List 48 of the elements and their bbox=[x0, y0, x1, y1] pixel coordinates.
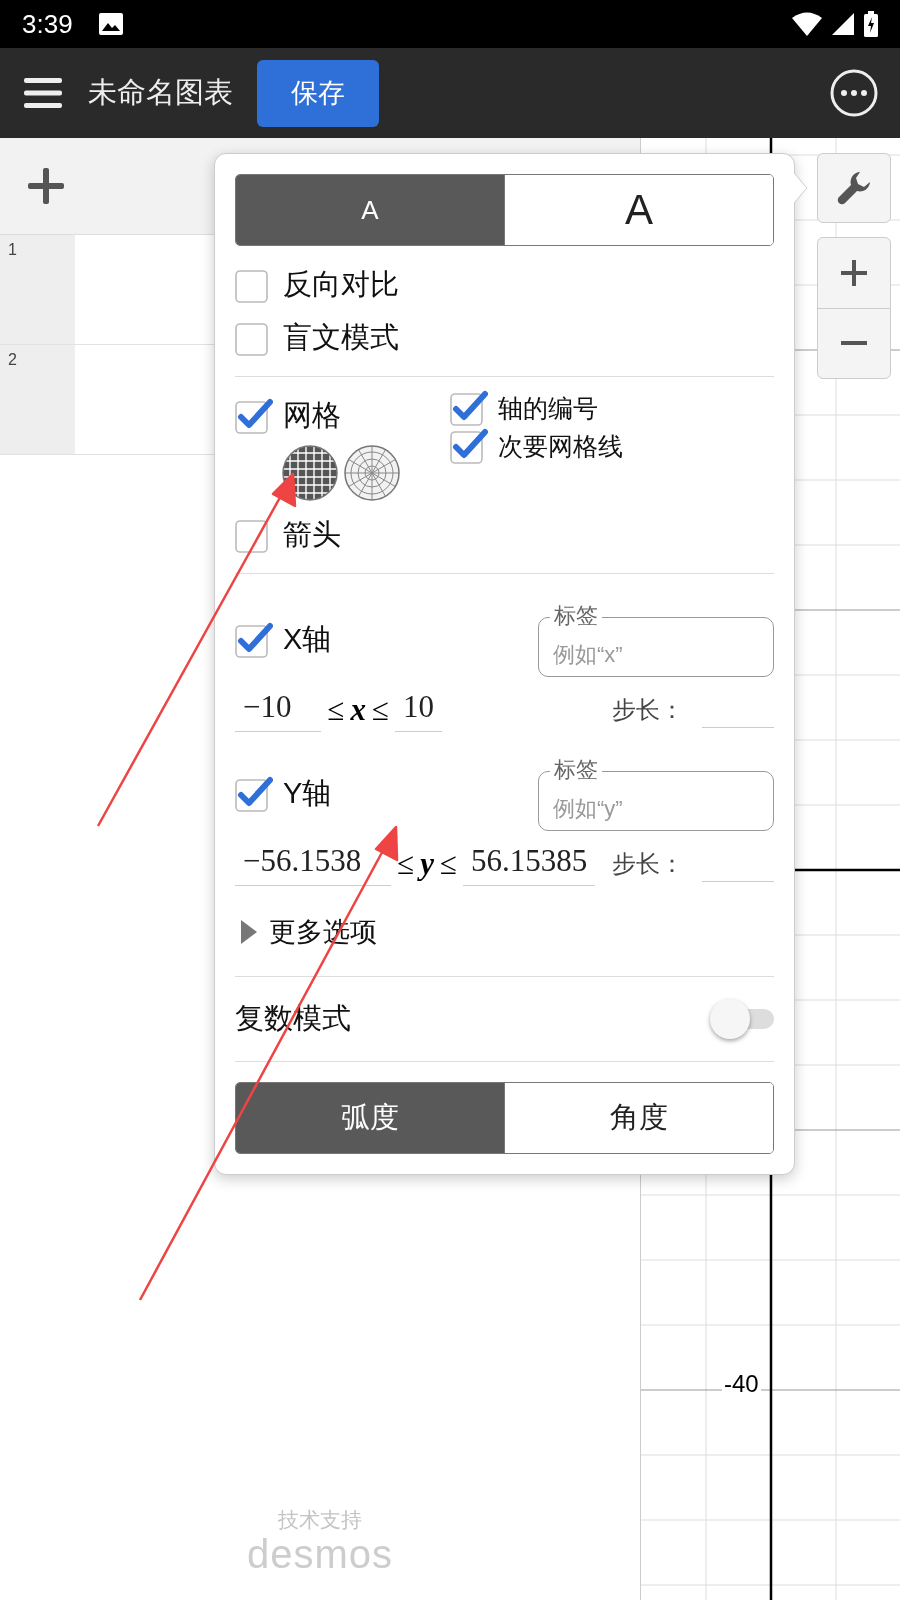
axis-variable: x bbox=[350, 692, 366, 728]
max-field[interactable]: 10 bbox=[395, 688, 442, 732]
more-icon[interactable] bbox=[830, 69, 878, 117]
min-field[interactable]: −10 bbox=[235, 688, 322, 732]
save-button[interactable]: 保存 bbox=[257, 59, 379, 127]
relation-sign: ≤ bbox=[327, 692, 345, 728]
relation-sign: ≤ bbox=[372, 692, 389, 728]
option-label: 反向对比 bbox=[283, 266, 399, 302]
option-label: 箭头 bbox=[283, 516, 341, 552]
powered-by-caption: 技术支持 bbox=[278, 1507, 362, 1533]
checkbox[interactable] bbox=[450, 390, 488, 426]
checkbox[interactable] bbox=[450, 428, 488, 464]
signal-icon bbox=[832, 13, 854, 35]
settings-button[interactable] bbox=[817, 153, 891, 223]
angle-unit-option[interactable]: 弧度 bbox=[236, 1083, 504, 1153]
text-size-option[interactable]: A bbox=[504, 175, 773, 245]
menu-icon[interactable] bbox=[24, 78, 62, 108]
checkbox[interactable] bbox=[235, 397, 273, 434]
text-size-option[interactable]: A bbox=[236, 175, 504, 245]
minus-icon bbox=[841, 341, 867, 346]
option-label: 次要网格线 bbox=[498, 430, 623, 462]
max-field[interactable]: 56.15385 bbox=[463, 842, 596, 886]
complex-mode-switch[interactable] bbox=[710, 999, 774, 1039]
checkbox[interactable] bbox=[235, 622, 273, 658]
checkbox[interactable] bbox=[235, 776, 273, 812]
axis-label: X轴 bbox=[283, 622, 332, 657]
wrench-icon bbox=[836, 170, 872, 206]
expand-icon bbox=[241, 920, 257, 944]
option-label: 盲文模式 bbox=[283, 319, 399, 355]
option-label: 网格 bbox=[283, 397, 341, 433]
option-label: 轴的编号 bbox=[498, 392, 598, 424]
status-time: 3:39 bbox=[22, 8, 73, 40]
angle-unit-option[interactable]: 角度 bbox=[504, 1083, 773, 1153]
add-icon[interactable] bbox=[28, 168, 64, 204]
expression-number: 2 bbox=[8, 351, 17, 368]
wifi-icon bbox=[792, 12, 822, 36]
step-label: 步长： bbox=[612, 849, 684, 879]
image-icon bbox=[98, 13, 123, 35]
battery-icon bbox=[864, 11, 878, 37]
option-label: 复数模式 bbox=[235, 1001, 352, 1036]
graph-title: 未命名图表 bbox=[88, 75, 233, 110]
step-label: 步长： bbox=[612, 695, 684, 725]
axis-label: Y轴 bbox=[283, 776, 332, 811]
plus-icon bbox=[841, 259, 867, 286]
polar-grid-icon[interactable] bbox=[343, 444, 401, 502]
relation-sign: ≤ bbox=[397, 846, 415, 882]
expression-number: 1 bbox=[8, 241, 17, 258]
relation-sign: ≤ bbox=[440, 846, 458, 882]
